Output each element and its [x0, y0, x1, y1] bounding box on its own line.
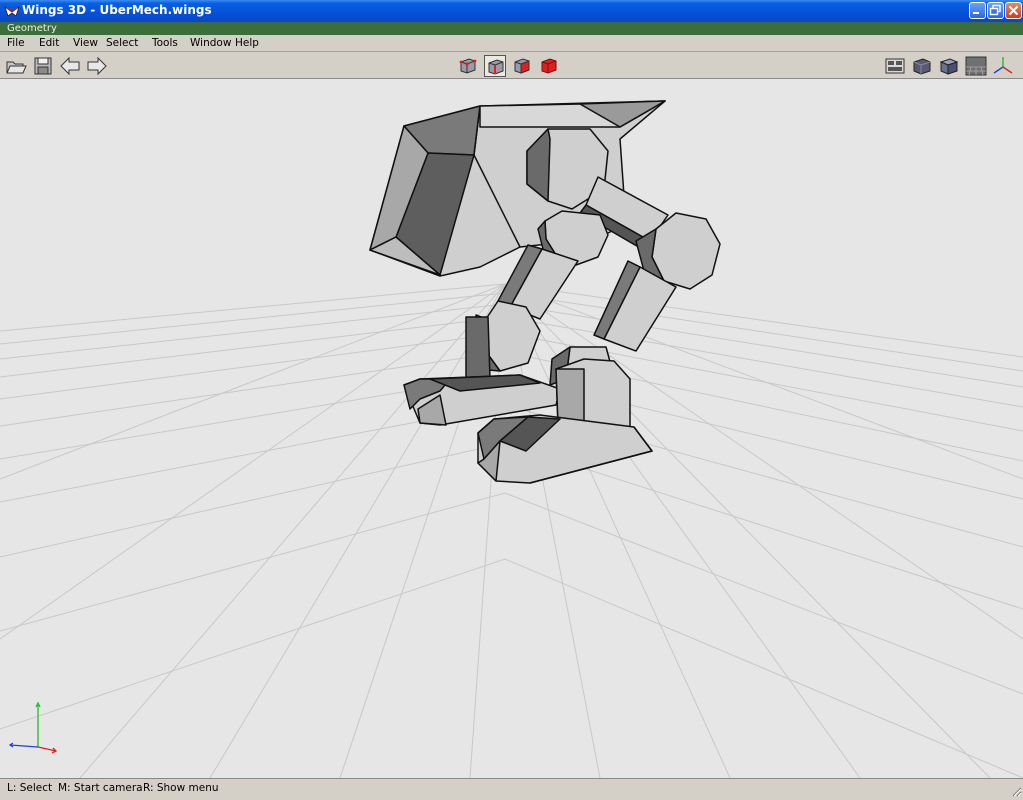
menubar: File Edit View Select Tools Window Help: [0, 35, 1023, 52]
minimize-icon[interactable]: [969, 2, 986, 19]
geometry-viewport[interactable]: [0, 79, 1023, 778]
status-hint-camera: M: Start camera: [58, 782, 143, 794]
vertex-mode-icon[interactable]: [457, 55, 479, 77]
window-titlebar[interactable]: Wings 3D - UberMech.wings: [0, 0, 1023, 22]
axes-icon[interactable]: [992, 55, 1014, 77]
undo-arrow-icon[interactable]: [59, 55, 81, 77]
menu-window[interactable]: Window: [190, 37, 231, 49]
status-hint-menu: R: Show menu: [143, 782, 219, 794]
axis-indicator: [8, 701, 58, 754]
window-title: Wings 3D - UberMech.wings: [22, 3, 212, 17]
statusbar: L: Select M: Start camera R: Show menu: [0, 778, 1023, 798]
toolbar: [0, 52, 1023, 79]
resize-grip-icon[interactable]: [1010, 785, 1022, 797]
menu-tools[interactable]: Tools: [152, 37, 178, 49]
wings-logo-icon: [4, 3, 20, 19]
open-folder-icon[interactable]: [5, 55, 27, 77]
menu-file[interactable]: File: [7, 37, 25, 49]
flat-shaded-icon[interactable]: [938, 55, 960, 77]
close-icon[interactable]: [1005, 2, 1022, 19]
save-icon[interactable]: [32, 55, 54, 77]
menu-view[interactable]: View: [73, 37, 98, 49]
redo-arrow-icon[interactable]: [86, 55, 108, 77]
body-mode-icon[interactable]: [538, 55, 560, 77]
menu-help[interactable]: Help: [235, 37, 259, 49]
menu-select[interactable]: Select: [106, 37, 138, 49]
menu-edit[interactable]: Edit: [39, 37, 59, 49]
ground-plane-icon[interactable]: [965, 55, 987, 77]
geometry-window-header[interactable]: Geometry: [0, 22, 1023, 35]
edge-mode-icon[interactable]: [484, 55, 506, 77]
smooth-shaded-icon[interactable]: [911, 55, 933, 77]
restore-icon[interactable]: [987, 2, 1004, 19]
face-mode-icon[interactable]: [511, 55, 533, 77]
toggle-wireframe-icon[interactable]: [884, 55, 906, 77]
status-hint-select: L: Select: [7, 782, 53, 794]
geometry-header-label: Geometry: [7, 23, 57, 34]
